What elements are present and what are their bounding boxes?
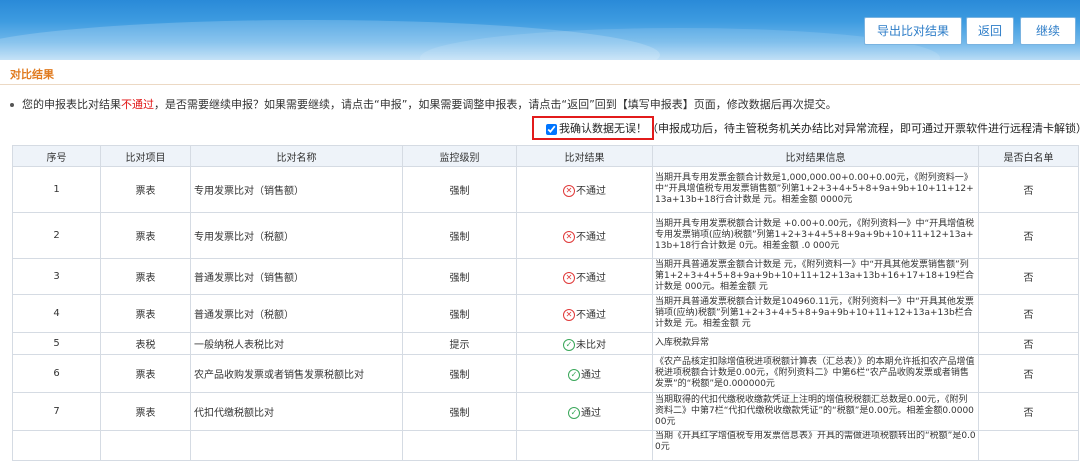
header-cell: 监控级别 [402,145,517,167]
row-name: 农产品收购发票或者销售发票税额比对 [190,354,403,393]
row-result: ✓ 通过 [516,392,653,431]
row-item: 票表 [100,392,191,431]
row-info: 当期开具普通发票税额合计数是104960.11元，《附列资料一》中“开具其他发票… [652,294,979,333]
row-item: 票表 [100,166,191,213]
back-button[interactable]: 返回 [966,17,1014,45]
confirm-checkbox[interactable] [546,123,557,135]
row-whitelist: 否 [978,294,1079,333]
row-item: 票表 [100,294,191,333]
notice-highlight: 不通过 [121,98,154,111]
row-name: 普通发票比对（销售额） [190,258,403,295]
row-number: 7 [12,392,101,431]
row-level: 强制 [402,166,517,213]
confirm-label[interactable]: 我确认数据无误！（申报成功后，待主管税务机关办结比对异常流程，即可通过开票软件进… [559,122,1080,135]
confirm-row: 我确认数据无误！（申报成功后，待主管税务机关办结比对异常流程，即可通过开票软件进… [546,120,1080,136]
continue-button[interactable]: 继续 [1020,17,1076,45]
row-whitelist: 否 [978,392,1079,431]
notice-part2: ，是否需要继续申报？如果需要继续，请点击“申报”，如果需要调整申报表，请点击“返… [154,98,837,111]
row-level: 强制 [402,212,517,259]
check-icon: ✓ [563,339,575,351]
table-row: 6 票表 农产品收购发票或者销售发票税额比对 强制 ✓ 通过 《农产品核定扣除增值… [12,354,1079,393]
header-cell: 比对结果信息 [652,145,979,167]
header-cell: 序号 [12,145,101,167]
row-whitelist: 否 [978,258,1079,295]
row-result-text: 不通过 [576,232,606,243]
row-result: ✓ 未比对 [516,332,653,355]
header-cell: 比对项目 [100,145,191,167]
notice-text: 您的申报表比对结果不通过，是否需要继续申报？如果需要继续，请点击“申报”，如果需… [10,96,837,112]
table-row: 4 票表 普通发票比对（税额） 强制 ✕ 不通过 当期开具普通发票税额合计数是10… [12,294,1079,333]
table-header-row: 序号 比对项目 比对名称 监控级别 比对结果 比对结果信息 是否白名单 [12,145,1079,167]
header-cell: 是否白名单 [978,145,1079,167]
row-level: 强制 [402,354,517,393]
row-name: 专用发票比对（销售额） [190,166,403,213]
row-result-text: 不通过 [576,273,606,284]
fail-icon: ✕ [563,185,575,197]
table-row: 7 票表 代扣代缴税额比对 强制 ✓ 通过 当期取得的代扣代缴税收缴款凭证上注明的… [12,392,1079,431]
notice-part1: 您的申报表比对结果 [22,98,121,111]
row-result-text: 通过 [581,370,601,381]
row-result-text: 通过 [581,408,601,419]
fail-icon: ✕ [563,272,575,284]
row-name: 专用发票比对（税额） [190,212,403,259]
row-level: 强制 [402,294,517,333]
table-row: 2 票表 专用发票比对（税额） 强制 ✕ 不通过 当期开具专用发票税额合计数是 +… [12,212,1079,259]
header-banner: 导出比对结果 返回 继续 [0,0,1080,60]
row-name: 代扣代缴税额比对 [190,392,403,431]
row-result-text: 未比对 [576,340,606,351]
row-level: 提示 [402,332,517,355]
check-icon: ✓ [568,369,580,381]
row-result: ✕ 不通过 [516,294,653,333]
row-result-text: 不通过 [576,186,606,197]
row-whitelist: 否 [978,212,1079,259]
row-result: ✕ 不通过 [516,258,653,295]
row-item: 票表 [100,212,191,259]
row-number: 6 [12,354,101,393]
row-item: 票表 [100,354,191,393]
row-name: 普通发票比对（税额） [190,294,403,333]
row-number: 2 [12,212,101,259]
fail-icon: ✕ [563,309,575,321]
table-row: 3 票表 普通发票比对（销售额） 强制 ✕ 不通过 当期开具普通发票金额合计数是 … [12,258,1079,295]
row-number: 3 [12,258,101,295]
row-result: ✕ 不通过 [516,166,653,213]
section-divider [0,84,1080,85]
fail-icon: ✕ [563,231,575,243]
comparison-table: 序号 比对项目 比对名称 监控级别 比对结果 比对结果信息 是否白名单 1 票表… [12,145,1079,461]
row-item: 表税 [100,332,191,355]
row-info: 入库税款异常 [652,332,979,355]
row-result: ✕ 不通过 [516,212,653,259]
table-row: 1 票表 专用发票比对（销售额） 强制 ✕ 不通过 当期开具专用发票金额合计数是1… [12,166,1079,213]
row-number: 1 [12,166,101,213]
row-whitelist: 否 [978,332,1079,355]
row-whitelist: 否 [978,166,1079,213]
row-info: 《农产品核定扣除增值税进项税额计算表（汇总表）》的本期允许抵扣农产品增值税进项税… [652,354,979,393]
row-info: 当期取得的代扣代缴税收缴款凭证上注明的增值税税额汇总数是0.00元，《附列资料二… [652,392,979,431]
row-info: 当期开具专用发票金额合计数是1,000,000.00+0.00+0.00元，《附… [652,166,979,213]
row-level: 强制 [402,258,517,295]
row-number: 5 [12,332,101,355]
row-info: 当期开具普通发票金额合计数是 元，《附列资料一》中“开具其他发票销售额”列第1+… [652,258,979,295]
row-result-text: 不通过 [576,310,606,321]
row-name: 一般纳税人表税比对 [190,332,403,355]
table-row: 5 表税 一般纳税人表税比对 提示 ✓ 未比对 入库税款异常 否 [12,332,1079,355]
row-result: ✓ 通过 [516,354,653,393]
header-cell: 比对结果 [516,145,653,167]
section-title: 对比结果 [10,68,54,81]
row-info: 当期开具专用发票税额合计数是 +0.00+0.00元，《附列资料一》中“开具增值… [652,212,979,259]
row-whitelist: 否 [978,354,1079,393]
bullet-icon [10,103,14,107]
row-level: 强制 [402,392,517,431]
check-icon: ✓ [568,407,580,419]
row-item: 票表 [100,258,191,295]
header-cell: 比对名称 [190,145,403,167]
row-number: 4 [12,294,101,333]
export-results-button[interactable]: 导出比对结果 [864,17,962,45]
